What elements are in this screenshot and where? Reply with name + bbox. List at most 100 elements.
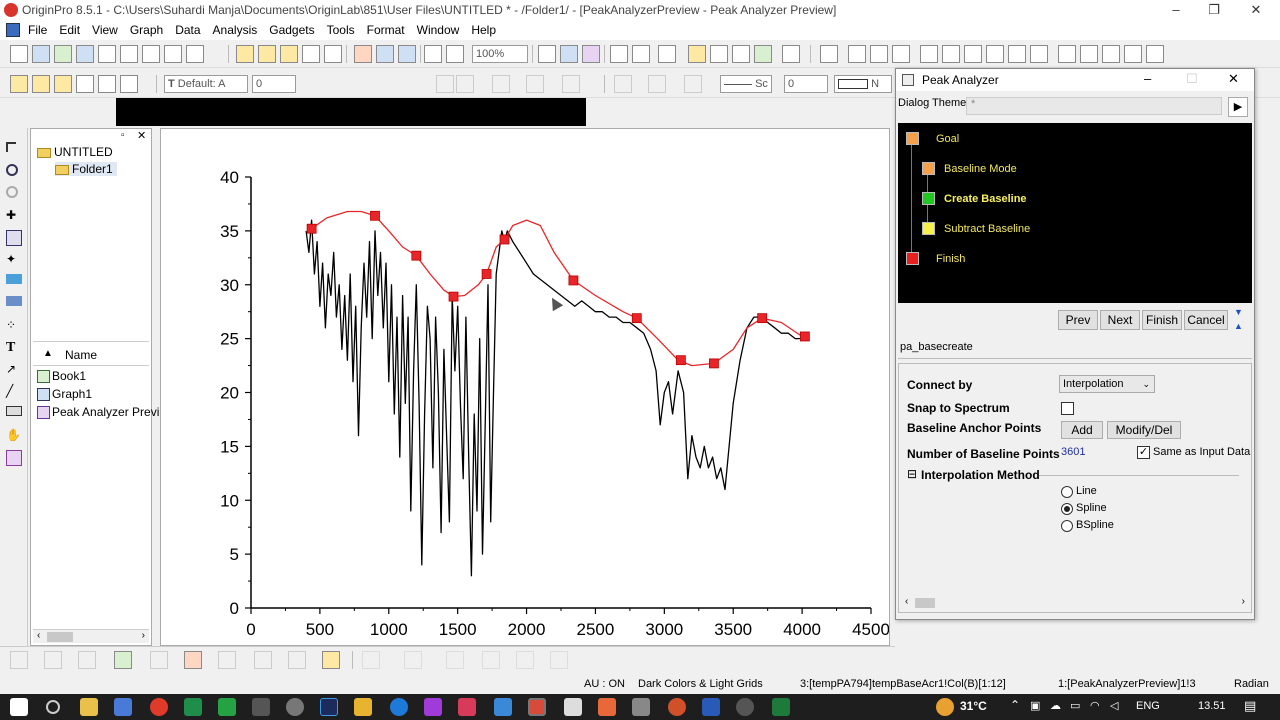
open-icon[interactable] bbox=[236, 45, 254, 63]
hide-mask-icon[interactable] bbox=[76, 75, 94, 93]
explorer-item-book1[interactable]: Book1 bbox=[37, 369, 86, 384]
step-subtract-baseline[interactable]: Subtract Baseline bbox=[944, 223, 1030, 235]
area-plot-icon[interactable] bbox=[218, 651, 236, 669]
new-layout-icon[interactable] bbox=[142, 45, 160, 63]
fill-color-icon[interactable] bbox=[614, 75, 632, 93]
table-icon[interactable] bbox=[1146, 45, 1164, 63]
new-workbook-icon[interactable] bbox=[32, 45, 50, 63]
add-column-icon[interactable] bbox=[782, 45, 800, 63]
unmask-icon[interactable] bbox=[32, 75, 50, 93]
photoshop-icon[interactable] bbox=[320, 698, 338, 716]
prev-button[interactable]: Prev bbox=[1058, 310, 1098, 330]
copy-page-icon[interactable] bbox=[560, 45, 578, 63]
pointer-icon[interactable] bbox=[6, 142, 16, 152]
theme-menu-arrow-icon[interactable]: ▶ bbox=[1228, 97, 1248, 117]
chrome-icon[interactable] bbox=[150, 698, 168, 716]
code-builder-icon[interactable] bbox=[732, 45, 750, 63]
menu-file[interactable]: File bbox=[22, 20, 53, 40]
font-select[interactable]: T Default: A bbox=[164, 75, 248, 93]
document-menu-icon[interactable] bbox=[6, 23, 20, 37]
collapse-down-icon[interactable]: ▼ bbox=[1234, 307, 1243, 317]
column-plot-icon[interactable] bbox=[114, 651, 132, 669]
decrease-font-icon[interactable] bbox=[456, 75, 474, 93]
zoom-icon[interactable] bbox=[6, 164, 18, 176]
new-matrix-icon[interactable] bbox=[76, 45, 94, 63]
zoom-select[interactable]: 100% bbox=[472, 45, 528, 63]
special-plot-icon[interactable] bbox=[288, 651, 306, 669]
num-points-value[interactable]: 3601 bbox=[1061, 446, 1085, 458]
app-m-icon[interactable] bbox=[458, 698, 476, 716]
line-tool-icon[interactable]: ╱ bbox=[6, 384, 22, 400]
network-icon[interactable]: ▣ bbox=[1030, 699, 1040, 712]
explorer-hscroll[interactable]: ‹ › bbox=[33, 629, 149, 643]
app-doc-icon[interactable] bbox=[564, 698, 582, 716]
explorer-item-preview[interactable]: Peak Analyzer Previ bbox=[37, 405, 159, 420]
waterfall-plot-icon[interactable] bbox=[550, 651, 568, 669]
app-gray-icon[interactable] bbox=[286, 698, 304, 716]
origin-taskbar-icon[interactable] bbox=[528, 698, 546, 716]
interp-collapse-icon[interactable]: ⊟ bbox=[907, 467, 917, 481]
explorer-close-icon[interactable]: ✕ bbox=[137, 129, 146, 142]
scatter-plot-icon[interactable] bbox=[44, 651, 62, 669]
mail-icon[interactable] bbox=[114, 698, 132, 716]
save-template-icon[interactable] bbox=[324, 45, 342, 63]
line-style-select[interactable]: Sc bbox=[720, 75, 772, 93]
radio-spline[interactable] bbox=[1061, 503, 1073, 515]
app-blue-icon[interactable] bbox=[494, 698, 512, 716]
mask-color-icon[interactable] bbox=[120, 75, 138, 93]
print-icon[interactable] bbox=[538, 45, 556, 63]
menu-view[interactable]: View bbox=[86, 20, 124, 40]
timestamp-icon[interactable] bbox=[1102, 45, 1120, 63]
axis-grid-icon[interactable] bbox=[1030, 45, 1048, 63]
disable-mask-icon[interactable] bbox=[98, 75, 116, 93]
region-selector-icon[interactable] bbox=[6, 296, 22, 306]
restore-button[interactable]: ❐ bbox=[1196, 0, 1232, 20]
menu-gadgets[interactable]: Gadgets bbox=[263, 20, 320, 40]
tray-chevron-icon[interactable]: ⌃ bbox=[1010, 698, 1020, 712]
increase-font-icon[interactable] bbox=[436, 75, 454, 93]
tree-folder[interactable]: Folder1 bbox=[55, 162, 117, 176]
dialog-theme-input[interactable]: * bbox=[966, 97, 1222, 115]
cancel-button[interactable]: Cancel bbox=[1184, 310, 1228, 330]
project-explorer-icon[interactable] bbox=[658, 45, 676, 63]
app-orange-icon[interactable] bbox=[598, 698, 616, 716]
battery-icon[interactable]: ▭ bbox=[1070, 699, 1080, 712]
menu-tools[interactable]: Tools bbox=[321, 20, 361, 40]
command-window-icon[interactable] bbox=[710, 45, 728, 63]
app-sheet-icon[interactable] bbox=[632, 698, 650, 716]
menu-graph[interactable]: Graph bbox=[124, 20, 169, 40]
app-tool-icon[interactable] bbox=[252, 698, 270, 716]
axis-right-icon[interactable] bbox=[986, 45, 1004, 63]
next-button[interactable]: Next bbox=[1100, 310, 1140, 330]
matrix-plot-icon[interactable] bbox=[516, 651, 534, 669]
3d-plot-icon[interactable] bbox=[362, 651, 380, 669]
new-project-icon[interactable] bbox=[10, 45, 28, 63]
tree-project[interactable]: UNTITLED bbox=[37, 145, 113, 159]
crosshair-icon[interactable]: ✚ bbox=[6, 208, 22, 224]
data-reader-icon[interactable]: ✦ bbox=[6, 252, 22, 268]
volume-icon[interactable]: ◁ bbox=[1110, 699, 1118, 712]
dialog-minimize-button[interactable]: – bbox=[1144, 71, 1151, 86]
explorer-item-graph1[interactable]: Graph1 bbox=[37, 387, 92, 402]
excel-icon[interactable] bbox=[772, 698, 790, 716]
notification-icon[interactable]: ▤ bbox=[1244, 698, 1256, 714]
whatsapp-icon[interactable] bbox=[218, 698, 236, 716]
add-anchor-button[interactable]: Add bbox=[1061, 421, 1103, 439]
dialog-close-button[interactable]: ✕ bbox=[1228, 71, 1239, 87]
menu-edit[interactable]: Edit bbox=[53, 20, 86, 40]
image-plot-icon[interactable] bbox=[482, 651, 500, 669]
new-notes-icon[interactable] bbox=[164, 45, 182, 63]
export-icon[interactable] bbox=[582, 45, 600, 63]
weather-icon[interactable] bbox=[936, 698, 954, 716]
minimize-button[interactable]: – bbox=[1158, 0, 1194, 20]
windows-start-icon[interactable] bbox=[10, 698, 28, 716]
rescale-icon[interactable] bbox=[820, 45, 838, 63]
axis-top-icon[interactable] bbox=[964, 45, 982, 63]
step-baseline-mode[interactable]: Baseline Mode bbox=[944, 163, 1017, 175]
explorer-restore-icon[interactable]: ▫ bbox=[121, 130, 125, 141]
modify-anchor-button[interactable]: Modify/Del bbox=[1107, 421, 1181, 439]
new-graph-icon[interactable] bbox=[54, 45, 72, 63]
import-wizard-icon[interactable] bbox=[354, 45, 372, 63]
line-color-icon[interactable] bbox=[648, 75, 666, 93]
menu-format[interactable]: Format bbox=[361, 20, 411, 40]
